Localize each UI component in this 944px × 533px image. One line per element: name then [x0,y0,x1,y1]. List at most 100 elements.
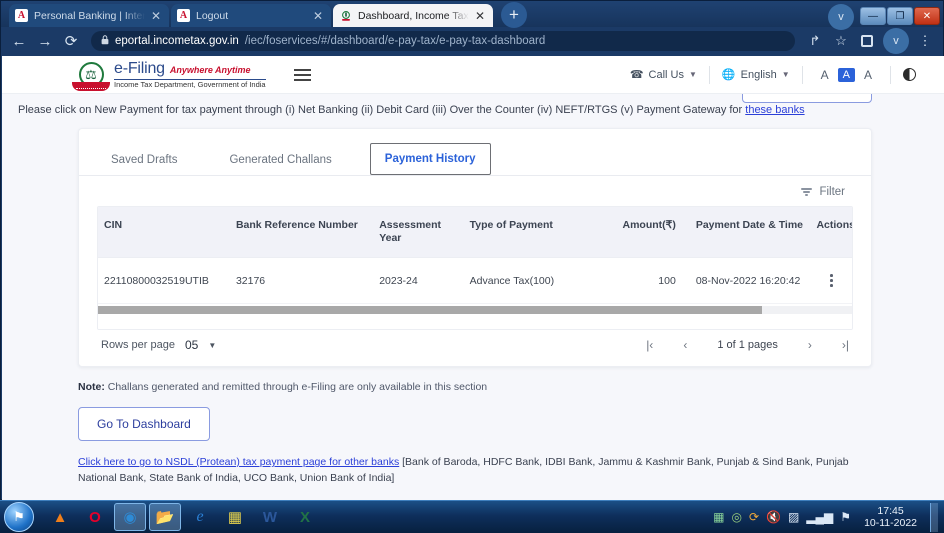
new-tab-button[interactable]: + [501,2,527,28]
tab-close-icon[interactable]: ✕ [473,10,487,22]
rows-per-page[interactable]: Rows per page 05 ▼ [101,338,216,352]
signal-icon[interactable]: ▂▄▆ [806,510,833,524]
forward-icon[interactable]: → [33,29,57,53]
chrome-icon[interactable]: ◉ [114,503,146,531]
cell-payment-date-time: 08-Nov-2022 16:20:42 [690,258,811,303]
header-actions: ☎ Call Us ▼ 🌐 English ▼ A A A [618,66,928,84]
axis-bank-icon: A [177,9,190,22]
share-icon[interactable]: ↱ [803,29,827,53]
column-bank-reference-number: Bank Reference Number [230,207,373,258]
clock-date: 10-11-2022 [864,517,917,529]
vlc-icon[interactable]: ▲ [44,503,76,531]
kebab-menu-icon[interactable] [816,274,846,287]
contrast-icon [903,68,916,81]
minimize-button[interactable]: — [860,7,886,25]
cell-assessment-year: 2023-24 [373,258,463,303]
language-selector[interactable]: 🌐 English ▼ [710,68,802,81]
column-actions: Actions [810,207,852,258]
last-page-button[interactable]: ›| [842,338,849,352]
url-host: eportal.incometax.gov.in [115,35,239,47]
tab-close-icon[interactable]: ✕ [149,10,163,22]
word-icon[interactable]: W [254,503,286,531]
filter-row: Filter [79,176,871,206]
chevron-down-icon: ▼ [689,70,697,79]
browser-window: A Personal Banking | Internet Banki ✕ A … [0,0,944,500]
note-label: Note: [78,381,105,393]
browser-tab-2[interactable]: A Logout ✕ [171,4,331,27]
these-banks-link[interactable]: these banks [745,104,804,116]
table-row[interactable]: 22110800032519UTIB 32176 2023-24 Advance… [98,258,852,303]
go-to-dashboard-button[interactable]: Go To Dashboard [78,407,210,441]
browser-tab-1[interactable]: A Personal Banking | Internet Banki ✕ [9,4,169,27]
cell-cin: 22110800032519UTIB [98,258,230,303]
font-normal-button[interactable]: A [838,68,855,82]
sticky-notes-icon[interactable]: ▦ [219,503,251,531]
prev-page-button[interactable]: ‹ [683,338,687,352]
internet-explorer-icon[interactable]: e [184,503,216,531]
profile-avatar[interactable]: v [828,4,854,30]
back-icon[interactable]: ← [7,29,31,53]
note-text: Note: Challans generated and remitted th… [78,381,872,393]
opera-icon[interactable]: O [79,503,111,531]
hamburger-menu-icon[interactable] [294,69,311,81]
browser-tab-3[interactable]: Dashboard, Income Tax Portal, Go ✕ [333,4,493,27]
filter-label: Filter [819,186,845,198]
next-page-button[interactable]: › [808,338,812,352]
new-payment-button-clipped[interactable] [742,94,872,103]
table-horizontal-scrollbar[interactable] [98,303,852,329]
cell-type-of-payment: Advance Tax(100) [464,258,611,303]
close-button[interactable]: ✕ [914,7,940,25]
tab-close-icon[interactable]: ✕ [311,10,325,22]
excel-icon[interactable]: X [289,503,321,531]
browser-toolbar: ← → ⟳ eportal.incometax.gov.in/iec/foser… [1,27,943,55]
nsdl-links: Click here to go to NSDL (Protean) tax p… [78,455,872,487]
show-desktop-button[interactable] [930,503,938,532]
tab-generated-challans[interactable]: Generated Challans [215,145,345,175]
shield-tray-icon[interactable]: ◎ [731,510,741,524]
rows-per-page-value[interactable]: 05 [185,338,198,352]
chevron-down-icon[interactable]: ▼ [208,341,216,350]
tab-saved-drafts[interactable]: Saved Drafts [97,145,191,175]
column-assessment-year: Assessment Year [373,207,463,258]
profile-icon[interactable]: v [883,28,909,54]
volume-muted-icon[interactable]: 🔇 [766,510,781,524]
file-explorer-icon[interactable]: 📂 [149,503,181,531]
column-amount: Amount(₹) [611,207,690,258]
excel-tray-icon[interactable]: ▦ [713,510,724,524]
taskbar-items: ▲ O ◉ 📂 e ▦ W X [44,503,321,531]
table-header-row: CIN Bank Reference Number Assessment Yea… [98,207,852,258]
column-type-of-payment: Type of Payment [464,207,611,258]
maximize-button[interactable]: ❐ [887,7,913,25]
clock-time: 17:45 [864,505,917,517]
brand: ⚖ e-Filing Anywhere Anytime Income Tax D… [76,60,266,90]
first-page-button[interactable]: |‹ [646,338,653,352]
scrollbar-thumb[interactable] [98,306,762,314]
call-us-button[interactable]: ☎ Call Us ▼ [618,68,709,81]
nsdl-link[interactable]: Click here to go to NSDL (Protean) tax p… [78,456,399,468]
taskbar-clock[interactable]: 17:45 10-11-2022 [858,505,923,529]
windows-start-icon[interactable]: ⚑ [4,502,34,532]
notice-text: Please click on New Payment for tax paym… [18,104,745,116]
bookmark-star-icon[interactable]: ☆ [829,29,853,53]
globe-icon: 🌐 [722,68,736,81]
reload-icon[interactable]: ⟳ [59,29,83,53]
tab-payment-history[interactable]: Payment History [370,143,491,175]
address-bar[interactable]: eportal.incometax.gov.in/iec/foservices/… [91,31,795,51]
browser-menu-icon[interactable]: ⋮ [913,29,937,53]
income-tax-icon [339,9,352,22]
contrast-toggle[interactable] [891,68,928,81]
rows-per-page-label: Rows per page [101,339,175,351]
filter-button[interactable]: Filter [801,186,845,198]
call-us-label: Call Us [649,69,684,81]
action-center-icon[interactable]: ⚑ [840,510,851,524]
tab-title: Logout [196,10,307,22]
tab-title: Dashboard, Income Tax Portal, Go [358,10,469,22]
font-decrease-button[interactable]: A [815,68,835,82]
cell-actions[interactable] [810,258,852,303]
tab-title: Personal Banking | Internet Banki [34,10,145,22]
lock-icon [101,35,109,47]
side-panel-icon[interactable] [855,29,879,53]
font-increase-button[interactable]: A [858,68,878,82]
network-error-icon[interactable]: ▨ [788,510,799,524]
sync-tray-icon[interactable]: ⟳ [749,510,759,524]
